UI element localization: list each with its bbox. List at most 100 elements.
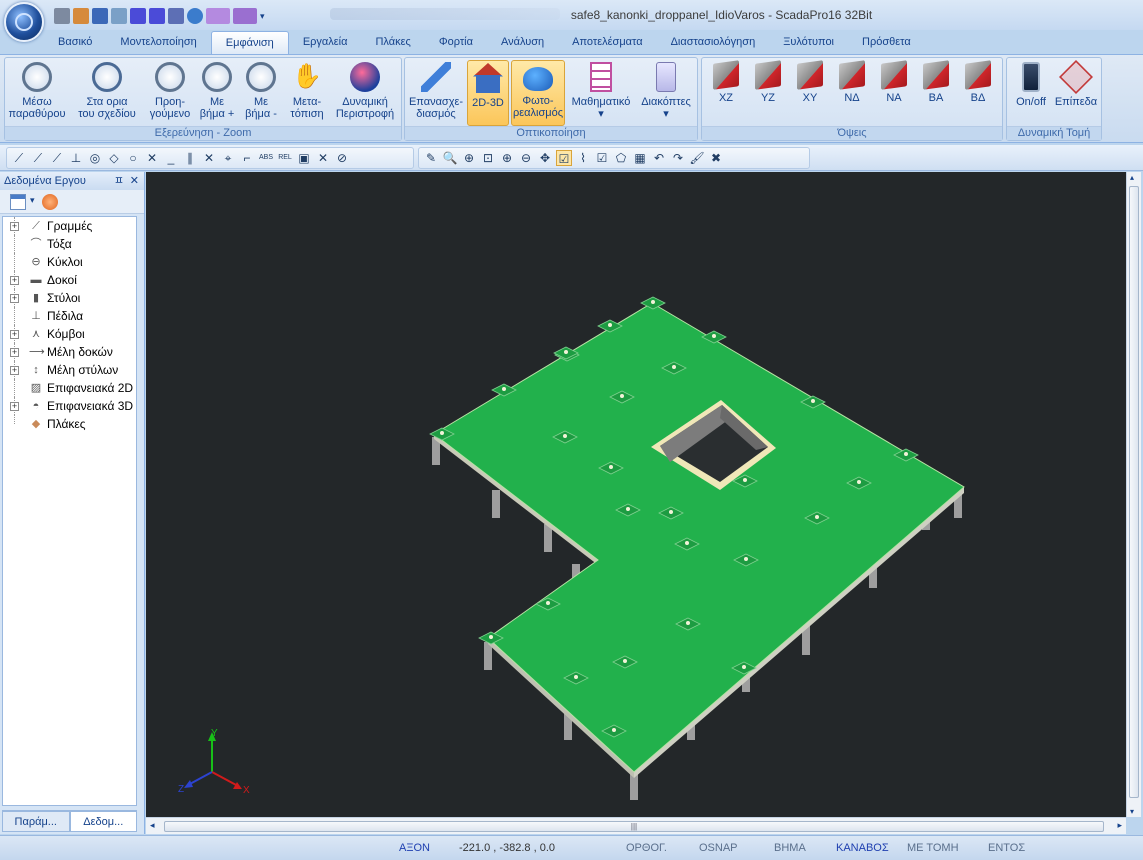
apparent-intersection-icon[interactable]: ✕ [201, 150, 217, 166]
toggle-2d-3d-button[interactable]: 2D-3D [467, 60, 509, 126]
parallel-snap-icon[interactable]: ∥ [182, 150, 198, 166]
zoom-in-step-button[interactable]: Με βήμα + [195, 60, 239, 126]
mathematical-model-button[interactable]: Μαθηματικό ▾ [567, 60, 635, 126]
status-canvas[interactable]: ΚΑΝΑΒΟΣ [836, 842, 889, 854]
tree-item-lines[interactable]: + ⟋ Γραμμές [3, 217, 136, 235]
pin-icon[interactable]: ㅍ [114, 172, 124, 190]
nearest-snap-icon[interactable]: _ [163, 150, 179, 166]
zoom-window-small-icon[interactable]: ⊡ [480, 150, 496, 166]
section-planes-button[interactable]: Επίπεδα [1053, 60, 1099, 126]
zoom-previous-button[interactable]: Προη- γούμενο [145, 60, 195, 126]
rel-coordinates-icon[interactable]: REL [277, 150, 293, 166]
dropdown-arrow-icon[interactable]: ▾ [30, 195, 35, 206]
view-yz-button[interactable]: YZ [748, 60, 788, 126]
view-xy-button[interactable]: XY [790, 60, 830, 126]
tree-item-slabs[interactable]: ◆ Πλάκες [3, 415, 136, 433]
app-menu-button[interactable] [4, 2, 44, 42]
tree-item-circles[interactable]: ⊖ Κύκλοι [3, 253, 136, 271]
tab-analysis[interactable]: Ανάλυση [487, 31, 558, 54]
intersection-snap-icon[interactable]: ✕ [144, 150, 160, 166]
quadrant-snap-icon[interactable]: ◇ [106, 150, 122, 166]
status-with-section[interactable]: ΜΕ ΤΟΜΗ [907, 842, 959, 854]
photorealism-button[interactable]: Φωτο- ρεαλισμός [511, 60, 565, 126]
status-ortho[interactable]: ΟΡΘΟΓ. [626, 842, 667, 854]
tree-item-arcs[interactable]: ⌒ Τόξα [3, 235, 136, 253]
scroll-up-icon[interactable]: ▴ [1130, 173, 1134, 182]
zoom-out-small-icon[interactable]: ⊖ [518, 150, 534, 166]
tab-addons[interactable]: Πρόσθετα [848, 31, 925, 54]
expand-icon[interactable]: + [10, 348, 19, 357]
zoom-in-small-icon[interactable]: ⊕ [499, 150, 515, 166]
dynamic-rotate-button[interactable]: Δυναμική Περιστροφή [329, 60, 401, 126]
zoom-window-button[interactable]: Μέσω παραθύρου [7, 60, 67, 126]
scroll-down-icon[interactable]: ▾ [1130, 807, 1134, 816]
none-snap-icon[interactable]: ✕ [315, 150, 331, 166]
view-nw-button[interactable]: ΒΔ [958, 60, 998, 126]
multiline-tool-icon[interactable]: ⟋ [49, 150, 65, 166]
node-snap-icon[interactable]: ⌖ [220, 150, 236, 166]
tab-parameters[interactable]: Παράμ... [2, 811, 70, 832]
tree-item-surface-2d[interactable]: ▨ Επιφανειακά 2D [3, 379, 136, 397]
view-xz-button[interactable]: XZ [706, 60, 746, 126]
close-icon[interactable]: ✕ [130, 172, 139, 190]
vertical-scrollbar[interactable]: ▴ ▾ [1126, 172, 1141, 817]
color-grid-icon[interactable]: ▦ [632, 150, 648, 166]
tab-slabs[interactable]: Πλάκες [361, 31, 424, 54]
tab-view[interactable]: Εμφάνιση [210, 31, 289, 54]
status-osnap[interactable]: OSNAP [699, 842, 738, 854]
view-sw-button[interactable]: ΝΔ [832, 60, 872, 126]
regenerate-button[interactable]: Επανασχε- διασμός [407, 60, 465, 126]
refresh-icon[interactable] [42, 194, 58, 210]
tab-formwork[interactable]: Ξυλότυποι [769, 31, 848, 54]
expand-icon[interactable]: + [10, 330, 19, 339]
tree-view-icon[interactable] [10, 194, 26, 210]
switches-button[interactable]: Διακόπτες ▾ [637, 60, 695, 126]
check-layer-icon[interactable]: ☑ [556, 150, 572, 166]
abs-coordinates-icon[interactable]: ABS [258, 150, 274, 166]
3d-viewport[interactable]: Y X Z [146, 172, 1126, 817]
expand-icon[interactable]: + [10, 222, 19, 231]
expand-icon[interactable]: + [10, 402, 19, 411]
tree-item-column-members[interactable]: + ↕ Μέλη στύλων [3, 361, 136, 379]
tab-modeling[interactable]: Μοντελοποίηση [106, 31, 210, 54]
section-onoff-button[interactable]: On/off [1011, 60, 1051, 126]
tab-basic[interactable]: Βασικό [44, 31, 106, 54]
tree-item-beams[interactable]: + ▬ Δοκοί [3, 271, 136, 289]
delete-icon[interactable]: ✖ [708, 150, 724, 166]
line-tool-icon[interactable]: ⟋ [11, 150, 27, 166]
center-snap-icon[interactable]: ◎ [87, 150, 103, 166]
polygon-icon[interactable]: ⬠ [613, 150, 629, 166]
endpoint-snap-icon[interactable]: ⌐ [239, 150, 255, 166]
graph-icon[interactable]: ⌇ [575, 150, 591, 166]
tangent-snap-icon[interactable]: ○ [125, 150, 141, 166]
tab-design[interactable]: Διαστασιολόγηση [657, 31, 770, 54]
osnap-settings-icon[interactable]: ⊘ [334, 150, 350, 166]
scroll-right-icon[interactable]: ▸ [1117, 820, 1122, 831]
pan-small-icon[interactable]: ✥ [537, 150, 553, 166]
scroll-left-icon[interactable]: ◂ [150, 820, 155, 831]
zoom-icon[interactable]: 🔍 [442, 150, 458, 166]
polyline-tool-icon[interactable]: ⟋ [30, 150, 46, 166]
tree-item-beam-members[interactable]: + ⟶ Μέλη δοκών [3, 343, 136, 361]
tree-item-surface-3d[interactable]: + ◓ Επιφανειακά 3D [3, 397, 136, 415]
view-ne-button[interactable]: ΒΑ [916, 60, 956, 126]
zoom-extents-small-icon[interactable]: ⊕ [461, 150, 477, 166]
status-step[interactable]: ΒΗΜΑ [774, 842, 806, 854]
undo-arrow-icon[interactable]: ↶ [651, 150, 667, 166]
tree-item-footings[interactable]: ⊥ Πέδιλα [3, 307, 136, 325]
perpendicular-snap-icon[interactable]: ⊥ [68, 150, 84, 166]
zoom-out-step-button[interactable]: Με βήμα - [239, 60, 283, 126]
tree-item-columns[interactable]: + ▮ Στύλοι [3, 289, 136, 307]
horizontal-scrollbar[interactable]: ◂ ||| ▸ [146, 817, 1126, 834]
insert-snap-icon[interactable]: ▣ [296, 150, 312, 166]
tree-item-nodes[interactable]: + ⋏ Κόμβοι [3, 325, 136, 343]
expand-icon[interactable]: + [10, 366, 19, 375]
view-se-button[interactable]: ΝΑ [874, 60, 914, 126]
tab-tools[interactable]: Εργαλεία [289, 31, 362, 54]
pan-button[interactable]: ✋ Μετα- τόπιση [287, 60, 327, 126]
expand-icon[interactable]: + [10, 294, 19, 303]
vertical-scroll-thumb[interactable] [1129, 186, 1139, 798]
horizontal-scroll-thumb[interactable]: ||| [164, 821, 1104, 832]
brush-icon[interactable]: 🖌 [689, 150, 705, 166]
redo-arrow-icon[interactable]: ↷ [670, 150, 686, 166]
